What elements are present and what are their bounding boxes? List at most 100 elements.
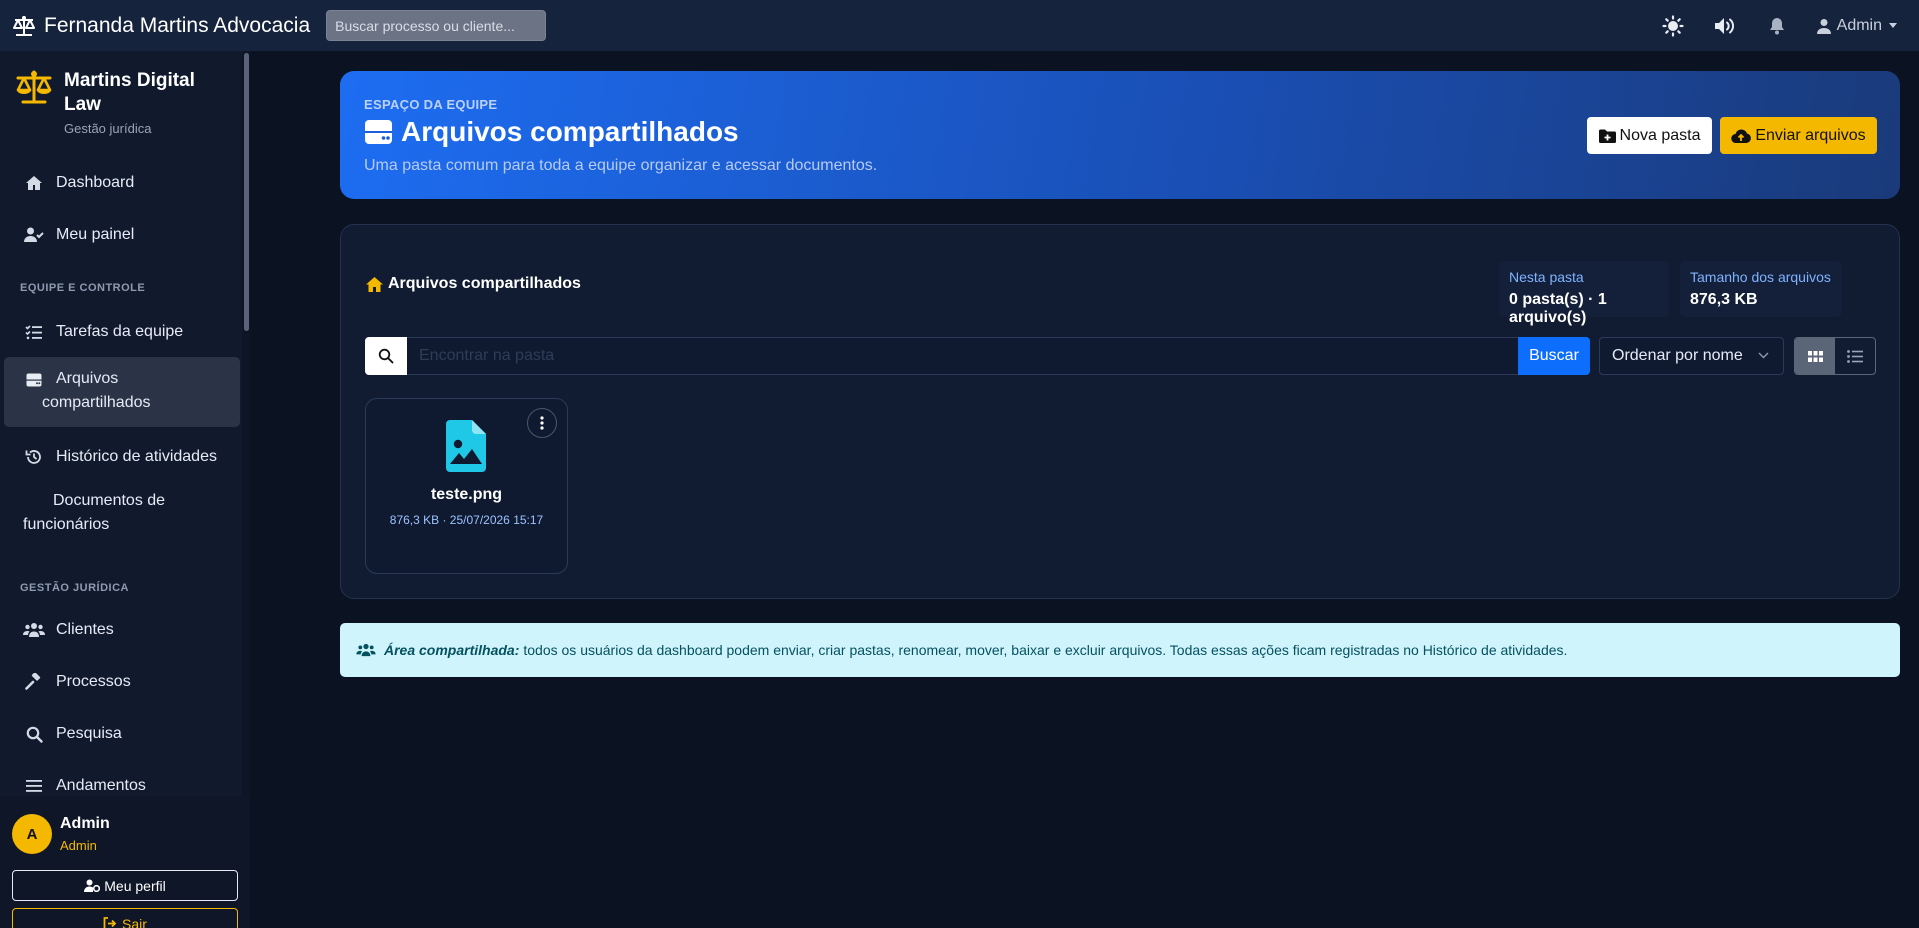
sidebar-brand-title: Martins Digital Law [64, 70, 195, 115]
sidebar-brand-subtitle: Gestão jurídica [64, 121, 152, 136]
bell-icon[interactable] [1765, 14, 1789, 38]
sidebar-item-arquivos[interactable]: Arquivos compartilhados [4, 357, 240, 427]
sidebar-item-label: Documentos de funcionários [23, 492, 166, 533]
file-actions-menu-button[interactable] [527, 408, 557, 438]
volume-icon[interactable] [1713, 14, 1737, 38]
users-icon [23, 619, 45, 641]
files-panel: Arquivos compartilhados Nesta pasta 0 pa… [340, 224, 1900, 599]
new-folder-button[interactable]: Nova pasta [1587, 117, 1712, 154]
scale-icon [12, 15, 44, 37]
global-search-input[interactable] [326, 10, 547, 41]
sidebar-item-tarefas[interactable]: Tarefas da equipe [4, 313, 240, 351]
page-title-text: Arquivos compartilhados [401, 116, 739, 147]
shared-area-info-alert: Área compartilhada: todos os usuários da… [340, 623, 1900, 677]
grid-icon [1807, 350, 1823, 362]
user-role: Admin [60, 838, 97, 853]
scrollbar-thumb[interactable] [244, 53, 249, 331]
user-gear-icon [84, 879, 104, 892]
avatar: A [12, 814, 52, 854]
grid-view-button[interactable] [1795, 338, 1835, 374]
sidebar-item-clientes[interactable]: Clientes [4, 611, 240, 649]
breadcrumb[interactable]: Arquivos compartilhados [365, 275, 581, 293]
hard-drive-icon [364, 119, 401, 145]
search-icon [365, 337, 407, 375]
my-profile-button[interactable]: Meu perfil [12, 870, 238, 901]
sidebar-item-dashboard[interactable]: Dashboard [4, 164, 240, 202]
sidebar-item-label: Histórico de atividades [56, 448, 217, 465]
sidebar-item-documentos[interactable]: Documentos de funcionários [4, 489, 240, 549]
sidebar-item-label: Andamentos [56, 777, 146, 794]
user-menu-dropdown[interactable]: Admin [1816, 16, 1897, 35]
view-mode-toggle [1794, 337, 1876, 375]
theme-sun-icon[interactable] [1661, 14, 1685, 38]
top-navbar: Fernanda Martins Advocacia Admin [0, 0, 1919, 51]
users-icon [356, 643, 384, 657]
sidebar-item-historico[interactable]: Histórico de atividades [4, 438, 240, 476]
section-label-legal: GESTÃO JURÍDICA [20, 582, 129, 594]
stat-label: Tamanho dos arquivos [1690, 269, 1831, 285]
page-header-banner: ESPAÇO DA EQUIPE Arquivos compartilhados… [340, 71, 1900, 199]
section-label-team: EQUIPE E CONTROLE [20, 282, 146, 294]
file-card[interactable]: teste.png 876,3 KB · 25/07/2026 15:17 [365, 398, 568, 574]
home-icon [23, 172, 45, 194]
sort-select[interactable]: Ordenar por nome [1599, 337, 1784, 375]
breadcrumb-current: Arquivos compartilhados [388, 275, 581, 292]
sidebar-scrollbar[interactable] [242, 51, 250, 796]
bars-icon [23, 775, 45, 797]
stat-folder-count: Nesta pasta 0 pasta(s) · 1 arquivo(s) [1499, 261, 1669, 326]
sidebar-brand[interactable]: Martins Digital Law Gestão jurídica [14, 69, 224, 136]
stat-file-size: Tamanho dos arquivos 876,3 KB [1680, 261, 1842, 317]
sidebar-item-pesquisa[interactable]: Pesquisa [4, 715, 240, 753]
list-icon [1847, 349, 1863, 363]
sidebar-item-label: Meu painel [56, 226, 135, 243]
sidebar-item-label: Tarefas da equipe [56, 323, 184, 340]
kebab-menu-icon [540, 416, 544, 430]
page-title: Arquivos compartilhados [364, 116, 739, 148]
list-view-button[interactable] [1835, 338, 1875, 374]
sidebar-user-footer: A Admin Admin Meu perfil Sair [0, 796, 250, 928]
page-subtitle: Uma pasta comum para toda a equipe organ… [364, 157, 878, 174]
sidebar-item-processos[interactable]: Processos [4, 663, 240, 701]
stat-value: 0 pasta(s) · 1 arquivo(s) [1509, 291, 1607, 326]
sidebar-item-meu-painel[interactable]: Meu painel [4, 216, 240, 254]
sidebar-item-label: Dashboard [56, 174, 135, 191]
file-image-icon [446, 420, 486, 472]
sign-out-icon [103, 917, 122, 928]
cloud-upload-icon [1731, 128, 1755, 143]
gavel-icon [23, 671, 45, 693]
home-icon [365, 276, 388, 293]
folder-search-input[interactable] [407, 337, 1518, 375]
history-icon [23, 446, 45, 468]
info-alert-title: Área compartilhada: [384, 642, 520, 658]
info-alert-text: todos os usuários da dashboard podem env… [523, 642, 1568, 658]
stat-label: Nesta pasta [1509, 269, 1584, 285]
brand-name: Fernanda Martins Advocacia [44, 13, 311, 37]
my-profile-label: Meu perfil [104, 877, 166, 894]
folder-plus-icon [1598, 129, 1620, 143]
search-button[interactable]: Buscar [1518, 337, 1590, 375]
chevron-down-icon [1758, 352, 1769, 359]
caret-down-icon [1889, 23, 1897, 28]
user-menu-label: Admin [1836, 16, 1882, 34]
page-kicker: ESPAÇO DA EQUIPE [364, 97, 498, 112]
file-name: teste.png [430, 486, 503, 503]
scale-logo-icon [14, 69, 54, 136]
folder-search-group: Buscar [365, 337, 1590, 375]
navbar-brand[interactable]: Fernanda Martins Advocacia [12, 14, 310, 38]
sort-selected-value: Ordenar por nome [1612, 347, 1743, 364]
stat-value: 876,3 KB [1690, 291, 1758, 308]
list-check-icon [23, 321, 45, 343]
search-icon [23, 723, 45, 745]
logout-label: Sair [122, 915, 147, 928]
logout-button[interactable]: Sair [12, 908, 238, 928]
user-name: Admin [60, 815, 110, 832]
upload-files-button[interactable]: Enviar arquivos [1720, 117, 1877, 154]
file-meta: 876,3 KB · 25/07/2026 15:17 [389, 513, 544, 527]
sidebar-item-label: Arquivos compartilhados [42, 370, 151, 411]
user-check-icon [23, 224, 45, 246]
sidebar: Martins Digital Law Gestão jurídica Dash… [0, 51, 250, 928]
sidebar-item-label: Processos [56, 673, 131, 690]
new-folder-label: Nova pasta [1619, 126, 1701, 144]
user-icon [1816, 18, 1837, 34]
sidebar-item-label: Pesquisa [56, 725, 122, 742]
